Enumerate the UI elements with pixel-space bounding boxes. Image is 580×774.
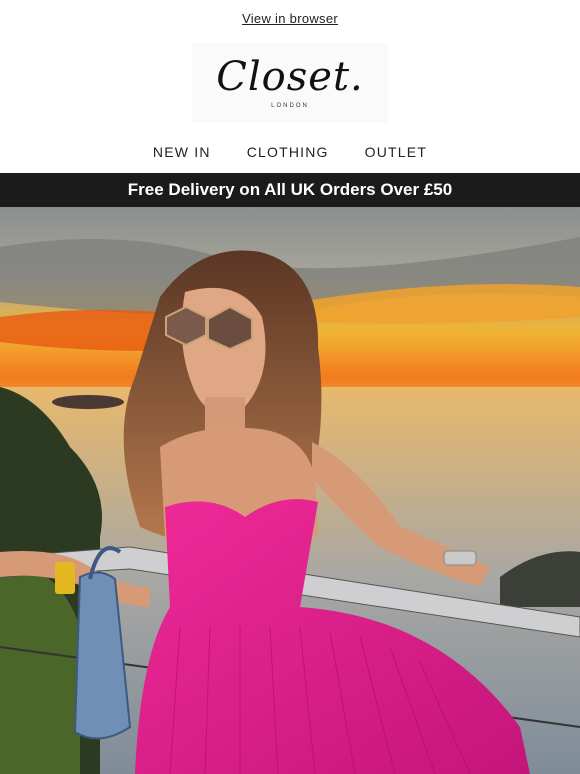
island <box>52 395 124 409</box>
top-bar: View in browser <box>0 0 580 36</box>
main-nav: NEW IN CLOTHING OUTLET <box>0 128 580 176</box>
hero-image[interactable] <box>0 207 580 774</box>
logo-area: Closet. LONDON <box>0 38 580 128</box>
logo-script: Closet. <box>216 54 364 100</box>
free-delivery-banner[interactable]: Free Delivery on All UK Orders Over £50 <box>0 173 580 207</box>
hero-photo-icon <box>0 207 580 774</box>
wristband <box>55 562 75 594</box>
nav-new-in[interactable]: NEW IN <box>153 144 211 160</box>
nav-outlet[interactable]: OUTLET <box>365 144 427 160</box>
logo-subtitle: LONDON <box>271 103 309 109</box>
view-in-browser-link[interactable]: View in browser <box>242 11 338 26</box>
nav-clothing[interactable]: CLOTHING <box>247 144 329 160</box>
watch <box>443 550 477 566</box>
brand-logo[interactable]: Closet. LONDON <box>192 43 388 123</box>
